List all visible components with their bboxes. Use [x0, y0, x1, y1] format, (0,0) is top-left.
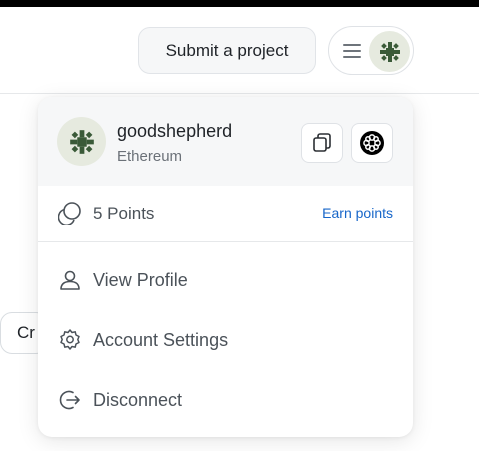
- gear-icon: [60, 329, 80, 350]
- menu-item-label: Account Settings: [93, 330, 229, 350]
- hamburger-icon: [343, 44, 361, 58]
- menu-item-label: View Profile: [93, 270, 188, 290]
- logout-icon: [59, 390, 80, 410]
- avatar-glyph-icon: [379, 41, 400, 62]
- menu-item-disconnect[interactable]: Disconnect: [38, 372, 413, 428]
- menu-item-view-profile[interactable]: View Profile: [38, 252, 413, 308]
- top-bar: [0, 0, 479, 7]
- user-icon: [60, 270, 80, 290]
- menu-item-account-settings[interactable]: Account Settings: [38, 312, 413, 368]
- account-header: goodshepherd Ethereum: [38, 97, 413, 186]
- copy-icon: [313, 133, 331, 152]
- menu-item-label: Disconnect: [93, 390, 183, 410]
- wallet-logo-icon: [360, 131, 384, 155]
- copy-address-button[interactable]: [301, 123, 343, 163]
- header-divider: [0, 93, 479, 94]
- points-row: 5 Points Earn points: [38, 186, 413, 242]
- wallet-logo-button[interactable]: [351, 123, 393, 163]
- submit-project-button[interactable]: Submit a project: [138, 27, 316, 74]
- points-label: 5 Points: [93, 204, 155, 223]
- account-network: Ethereum: [117, 148, 183, 165]
- account-name: goodshepherd: [117, 121, 233, 141]
- account-dropdown: goodshepherd Ethereum 5 Points Earn poin…: [38, 97, 413, 437]
- points-icon: [58, 202, 81, 225]
- avatar-glyph-icon: [69, 129, 94, 154]
- avatar: [369, 31, 410, 72]
- account-menu-toggle[interactable]: [328, 26, 414, 75]
- avatar: [57, 117, 106, 166]
- earn-points-link[interactable]: Earn points: [322, 205, 393, 221]
